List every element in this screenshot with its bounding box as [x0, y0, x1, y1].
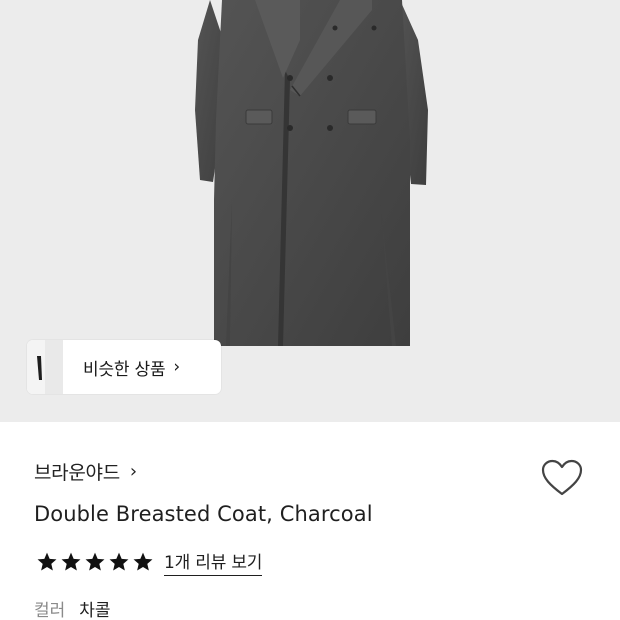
brand-name: 브라운야드 — [34, 462, 120, 484]
option-value: 차콜 — [79, 601, 111, 620]
star-rating — [36, 551, 154, 573]
rating-row: 1개 리뷰 보기 — [36, 548, 262, 576]
heart-outline-icon — [541, 459, 583, 496]
coat-thumbnail-icon — [37, 356, 42, 380]
star-icon — [85, 552, 105, 571]
color-option: 컬러 차콜 — [34, 596, 111, 620]
view-reviews-link[interactable]: 1개 리뷰 보기 — [164, 548, 262, 576]
chevron-right-icon: › — [129, 461, 138, 482]
star-icon — [37, 552, 57, 571]
star-icon — [109, 552, 129, 571]
similar-products-button[interactable]: 비슷한 상품 › — [27, 340, 221, 394]
star-icon — [61, 552, 81, 571]
option-label: 컬러 — [34, 601, 66, 620]
product-title: Double Breasted Coat, Charcoal — [34, 502, 373, 526]
chevron-right-icon: › — [173, 357, 181, 377]
product-image-area[interactable]: 비슷한 상품 › — [0, 0, 620, 422]
similar-thumbnail — [27, 340, 63, 394]
product-info: 브라운야드 › Double Breasted Coat, Charcoal 1… — [0, 422, 620, 620]
star-icon — [133, 552, 153, 571]
brand-link[interactable]: 브라운야드 › — [34, 458, 137, 485]
wishlist-button[interactable] — [540, 458, 584, 498]
similar-products-label: 비슷한 상품 — [83, 359, 166, 380]
